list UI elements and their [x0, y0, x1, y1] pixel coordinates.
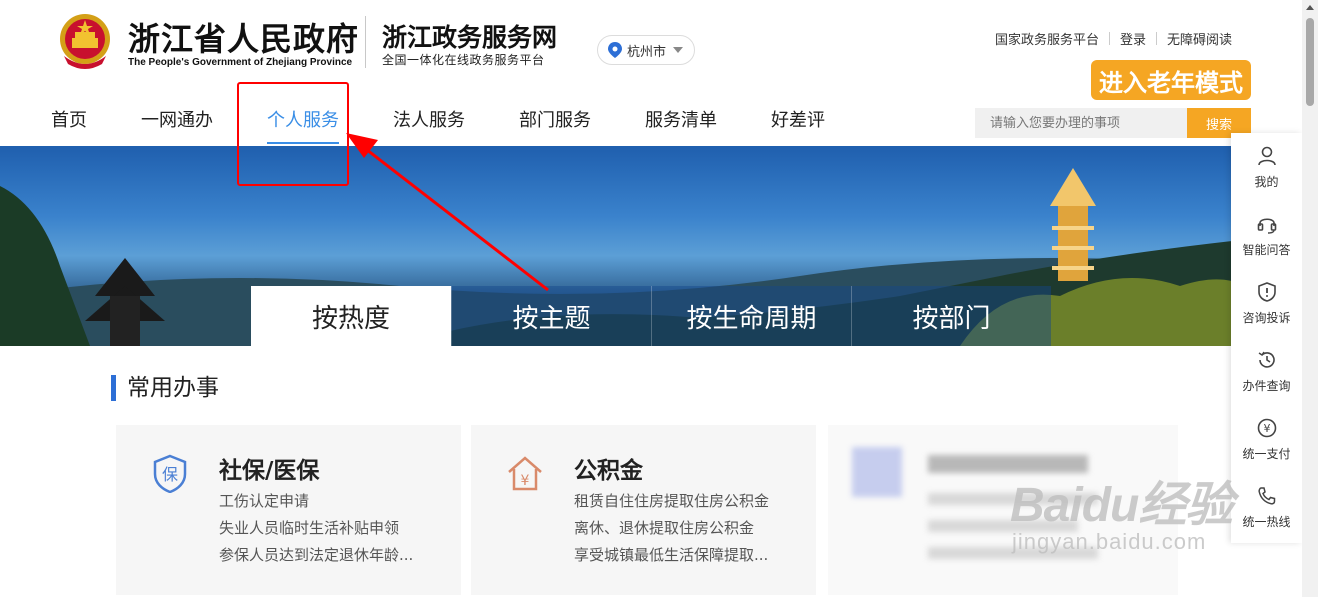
phone-icon [1257, 486, 1275, 505]
city-selector[interactable]: 杭州市 [597, 35, 695, 65]
vertical-scrollbar[interactable] [1302, 0, 1318, 597]
card-link[interactable]: 参保人员达到法定退休年龄... [219, 542, 413, 569]
link-login[interactable]: 登录 [1120, 29, 1146, 48]
sidebar-item-label: 统一热线 [1242, 514, 1291, 529]
header-divider [365, 16, 366, 68]
sidebar-item-case-query[interactable]: 办件查询 [1231, 337, 1302, 405]
blurred-icon [852, 447, 902, 497]
house-yuan-icon: ¥ [508, 456, 542, 491]
tab-by-department[interactable]: 按部门 [851, 286, 1051, 346]
link-separator [1108, 32, 1110, 45]
watermark-url: jingyan.baidu.com [1012, 529, 1207, 554]
elder-mode-button[interactable]: 进入老年模式 [1091, 60, 1251, 100]
sidebar-item-label: 咨询投诉 [1242, 310, 1291, 325]
sidebar-item-label: 办件查询 [1242, 378, 1291, 393]
search-bar: 搜索 [975, 108, 1251, 138]
nav-item-home[interactable]: 首页 [34, 108, 104, 144]
page: 浙江省人民政府 The People's Government of Zheji… [0, 0, 1318, 597]
service-card-social-security[interactable]: 保 社保/医保 工伤认定申请 失业人员临时生活补贴申领 参保人员达到法定退休年龄… [116, 425, 461, 595]
location-pin-icon [608, 42, 622, 58]
watermark-brand: Baidu经验 [1010, 479, 1233, 532]
link-separator [1155, 32, 1157, 45]
sidebar-item-smart-qa[interactable]: 智能问答 [1231, 201, 1302, 269]
nav-item-evaluation[interactable]: 好差评 [754, 108, 842, 144]
annotation-highlight-box [237, 82, 349, 186]
svg-text:保: 保 [162, 465, 178, 484]
card-link[interactable]: 失业人员临时生活补贴申领 [219, 515, 413, 542]
nav-item-service-list[interactable]: 服务清单 [628, 108, 734, 144]
link-national-platform[interactable]: 国家政务服务平台 [995, 29, 1099, 48]
portal-title[interactable]: 浙江政务服务网 [382, 18, 557, 54]
nav-item-corporate-services[interactable]: 法人服务 [376, 108, 482, 144]
nav-item-one-stop[interactable]: 一网通办 [124, 108, 230, 144]
user-icon [1257, 146, 1276, 165]
tab-by-topic[interactable]: 按主题 [451, 286, 651, 346]
card-link[interactable]: 工伤认定申请 [219, 488, 413, 515]
alert-shield-icon [1257, 281, 1276, 302]
service-card-housing-fund[interactable]: ¥ 公积金 租赁自住住房提取住房公积金 离休、退休提取住房公积金 享受城镇最低生… [471, 425, 816, 595]
portal-subtitle: 全国一体化在线政务服务平台 [382, 53, 545, 67]
yuan-circle-icon: ¥ [1257, 418, 1276, 437]
card-lines: 工伤认定申请 失业人员临时生活补贴申领 参保人员达到法定退休年龄... [219, 488, 413, 569]
card-link[interactable]: 租赁自住住房提取住房公积金 [574, 488, 769, 515]
card-title: 社保/医保 [219, 458, 320, 484]
right-floating-sidebar: 我的 智能问答 咨询投诉 办件查询 ¥ 统一支付 统一热线 [1231, 133, 1302, 543]
top-links: 国家政务服务平台 登录 无障碍阅读 [995, 29, 1232, 48]
banner-tabs: 按热度 按主题 按生命周期 按部门 [251, 286, 1051, 346]
card-link[interactable]: 享受城镇最低生活保障提取... [574, 542, 769, 569]
svg-text:¥: ¥ [521, 473, 530, 489]
sidebar-item-hotline[interactable]: 统一热线 [1231, 473, 1302, 541]
tab-by-popularity[interactable]: 按热度 [251, 286, 451, 346]
nav-item-department-services[interactable]: 部门服务 [502, 108, 608, 144]
section-title: 常用办事 [111, 375, 219, 401]
scroll-up-arrow[interactable] [1306, 5, 1314, 10]
sidebar-item-complaint[interactable]: 咨询投诉 [1231, 269, 1302, 337]
gov-subtitle: The People's Government of Zhejiang Prov… [128, 57, 353, 68]
sidebar-item-payment[interactable]: ¥ 统一支付 [1231, 405, 1302, 473]
tab-by-life-cycle[interactable]: 按生命周期 [651, 286, 851, 346]
history-icon [1258, 351, 1275, 368]
hero-banner: 按热度 按主题 按生命周期 按部门 [0, 146, 1232, 346]
gov-title: 浙江省人民政府 [128, 20, 360, 58]
card-link[interactable]: 离休、退休提取住房公积金 [574, 515, 769, 542]
scrollbar-thumb[interactable] [1306, 18, 1314, 106]
svg-text:¥: ¥ [1263, 422, 1270, 435]
sidebar-item-label: 智能问答 [1242, 242, 1291, 257]
link-accessibility[interactable]: 无障碍阅读 [1167, 29, 1232, 48]
national-emblem-logo [60, 14, 110, 69]
sidebar-item-label: 统一支付 [1242, 446, 1291, 461]
city-name: 杭州市 [627, 44, 667, 60]
chevron-down-icon [673, 47, 684, 53]
headset-icon [1257, 217, 1276, 234]
sidebar-item-label: 我的 [1254, 174, 1279, 189]
sidebar-item-mine[interactable]: 我的 [1231, 133, 1302, 201]
card-title: 公积金 [574, 458, 643, 484]
search-input[interactable] [975, 108, 1187, 138]
main-nav: 首页 一网通办 个人服务 法人服务 部门服务 服务清单 好差评 [34, 108, 862, 144]
baidu-jingyan-watermark: Baidu经验 jingyan.baidu.com [1010, 465, 1233, 555]
shield-bao-icon: 保 [153, 454, 187, 493]
card-lines: 租赁自住住房提取住房公积金 离休、退休提取住房公积金 享受城镇最低生活保障提取.… [574, 488, 769, 569]
